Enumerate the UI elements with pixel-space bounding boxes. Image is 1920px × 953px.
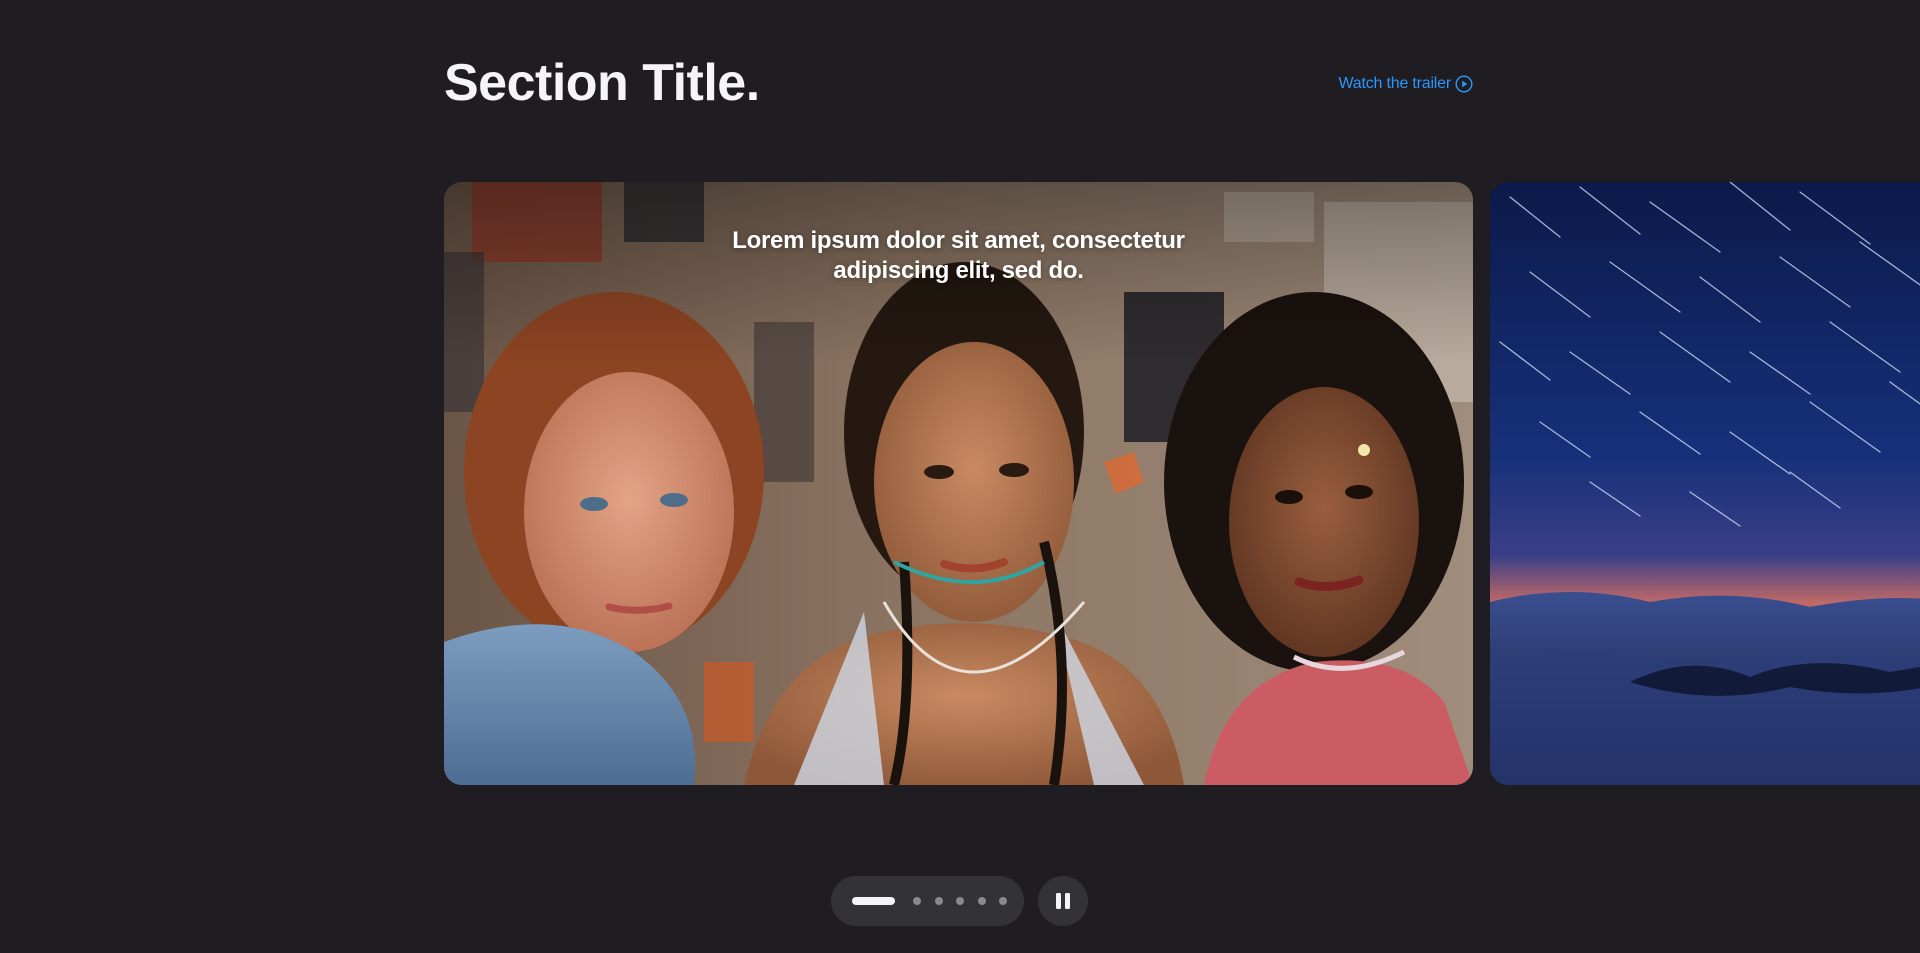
watch-trailer-link[interactable]: Watch the trailer [1339,75,1474,93]
media-gallery: Lorem ipsum dolor sit amet, consectetur … [444,182,1920,785]
dotnav-item-5[interactable] [977,897,986,905]
night-sky-photo [1490,182,1920,785]
dotnav-item-3[interactable] [934,897,943,905]
gallery-card-next[interactable] [1490,182,1920,785]
gallery-controls [831,876,1088,926]
dotnav-item-6[interactable] [999,897,1007,905]
page: Section Title. Watch the trailer Lorem i… [0,0,1920,953]
pause-icon [1054,893,1072,909]
dotnav [831,876,1024,926]
pause-button[interactable] [1038,876,1088,926]
section-title: Section Title. [444,54,760,112]
play-circle-icon [1455,75,1473,93]
gallery-card-active[interactable]: Lorem ipsum dolor sit amet, consectetur … [444,182,1473,785]
dotnav-item-4[interactable] [956,897,964,905]
caption-line-1: Lorem ipsum dolor sit amet, consectetur [732,227,1185,254]
caption-line-2: adipiscing elit, sed do. [833,257,1084,284]
dotnav-item-1[interactable] [852,897,895,905]
dotnav-item-2[interactable] [913,897,921,905]
watch-trailer-label: Watch the trailer [1338,75,1452,92]
card-caption: Lorem ipsum dolor sit amet, consectetur … [444,226,1473,286]
